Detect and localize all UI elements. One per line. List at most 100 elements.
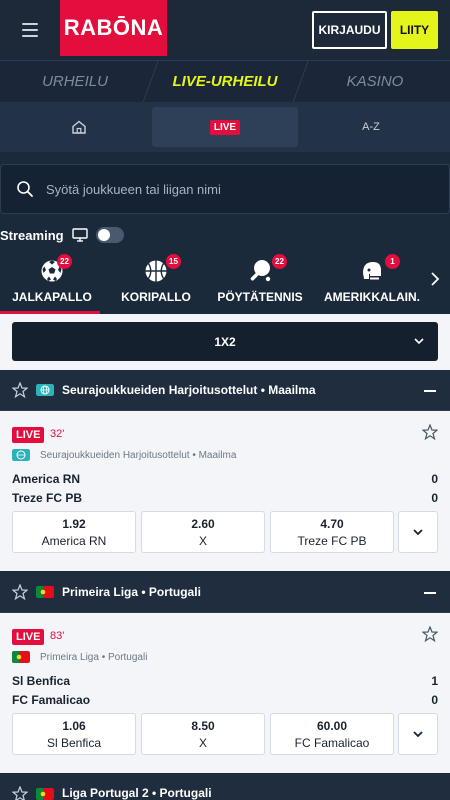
globe-icon (36, 384, 54, 396)
collapse-icon[interactable] (424, 592, 436, 594)
away-score: 0 (431, 491, 438, 505)
tab-live-urheilu[interactable]: LIVE-URHEILU (150, 61, 300, 102)
match-minute: 83' (50, 630, 65, 642)
top-header: RABŌNA KIRJAUDU LIITY (0, 0, 450, 60)
streaming-row: Streaming (0, 224, 124, 246)
section-tabs: URHEILU LIVE-URHEILU KASINO (0, 60, 450, 102)
odds-value: 2.60 (191, 516, 215, 531)
search-input[interactable] (46, 181, 449, 197)
login-button[interactable]: KIRJAUDU (312, 11, 387, 49)
odds-value: 60.00 (316, 718, 348, 733)
american-football-icon (363, 262, 381, 280)
sport-label: AMERIKKALAIN. (324, 290, 420, 304)
league-header[interactable]: Liga Portugal 2 • Portugali (0, 774, 450, 800)
portugal-flag-icon (36, 788, 54, 800)
home-team: America RN (12, 472, 81, 486)
sport-count-badge: 22 (272, 254, 287, 269)
odds-label: X (198, 533, 207, 548)
sport-football[interactable]: 22 JALKAPALLO (0, 250, 104, 314)
sport-label: KORIPALLO (121, 290, 191, 304)
odds-value: 1.92 (62, 516, 86, 531)
match-minute: 32' (50, 428, 65, 440)
streaming-toggle[interactable] (95, 227, 124, 243)
search-icon (17, 181, 33, 197)
market-selected-label: 1X2 (214, 334, 236, 349)
join-button[interactable]: LIITY (391, 11, 438, 49)
tab-urheilu[interactable]: URHEILU (0, 61, 150, 102)
live-badge: LIVE (12, 427, 45, 443)
sport-count-badge: 15 (166, 254, 181, 269)
sport-basketball[interactable]: 15 KORIPALLO (104, 250, 208, 314)
league-header[interactable]: Primeira Liga • Portugali (0, 572, 450, 613)
globe-icon (12, 449, 30, 461)
event-card: LIVE 32' Seurajoukkueiden Harjoitusottel… (0, 411, 450, 571)
star-icon[interactable] (12, 786, 28, 800)
sub-navigation: LIVE A-Z (0, 102, 450, 152)
away-team: Treze FC PB (12, 491, 83, 505)
odds-button-draw[interactable]: 2.60 X (141, 511, 265, 553)
star-icon[interactable] (422, 424, 438, 440)
odds-label: Treze FC PB (297, 533, 367, 548)
streaming-label: Streaming (0, 227, 64, 243)
search-bar (0, 164, 450, 214)
odds-value: 4.70 (320, 516, 344, 531)
sport-count-badge: 22 (57, 254, 72, 269)
tab-kasino[interactable]: KASINO (300, 61, 450, 102)
event-league-label: Primeira Liga • Portugali (40, 651, 148, 663)
odds-label: America RN (41, 533, 107, 548)
odds-value: 1.06 (62, 718, 86, 733)
table-tennis-icon (250, 260, 271, 282)
sport-label: PÖYTÄTENNIS (217, 290, 303, 304)
sport-count-badge: 1 (385, 254, 400, 269)
menu-icon[interactable] (22, 23, 38, 37)
chevron-right-icon[interactable] (430, 272, 440, 286)
home-team: Sl Benfica (12, 674, 71, 688)
odds-button-away[interactable]: 60.00 FC Famalicao (270, 713, 394, 755)
league-title: Primeira Liga • Portugali (62, 585, 201, 599)
portugal-flag-icon (36, 586, 54, 598)
tv-icon (71, 228, 88, 242)
home-tab[interactable] (6, 107, 152, 147)
odds-button-draw[interactable]: 8.50 X (141, 713, 265, 755)
away-team: FC Famalicao (12, 693, 91, 707)
chevron-down-icon (413, 529, 423, 536)
more-markets-button[interactable] (398, 713, 438, 755)
away-score: 0 (431, 693, 438, 707)
home-score: 1 (431, 674, 438, 688)
event-meta: Seurajoukkueiden Harjoitusottelut • Maai… (12, 449, 236, 461)
league-title: Liga Portugal 2 • Portugali (62, 786, 212, 800)
az-tab[interactable]: A-Z (298, 107, 444, 147)
league-header[interactable]: Seurajoukkueiden Harjoitusottelut • Maai… (0, 370, 450, 411)
sports-carousel: 22 JALKAPALLO 15 KORIPALLO 22 PÖYTÄTENNI… (0, 250, 450, 314)
market-dropdown[interactable]: 1X2 (12, 322, 438, 361)
odds-label: FC Famalicao (294, 735, 370, 750)
rabona-logo[interactable]: RABŌNA (60, 0, 167, 56)
odds-label: Sl Benfica (46, 735, 102, 750)
odds-button-home[interactable]: 1.92 America RN (12, 511, 136, 553)
live-badge: LIVE (209, 119, 241, 135)
live-tab[interactable]: LIVE (152, 107, 298, 147)
star-icon[interactable] (12, 382, 28, 398)
event-league-label: Seurajoukkueiden Harjoitusottelut • Maai… (40, 449, 237, 461)
chevron-down-icon (414, 338, 424, 345)
odds-value: 8.50 (191, 718, 215, 733)
odds-label: X (198, 735, 207, 750)
league-title: Seurajoukkueiden Harjoitusottelut • Maai… (62, 383, 316, 397)
event-meta: Primeira Liga • Portugali (12, 651, 147, 663)
odds-button-away[interactable]: 4.70 Treze FC PB (270, 511, 394, 553)
event-card: LIVE 83' Primeira Liga • Portugali Sl Be… (0, 613, 450, 773)
home-score: 0 (431, 472, 438, 486)
chevron-down-icon (413, 731, 423, 738)
home-icon (72, 120, 86, 134)
collapse-icon[interactable] (424, 390, 436, 392)
sport-american-football[interactable]: 1 AMERIKKALAIN. (312, 250, 432, 314)
sport-table-tennis[interactable]: 22 PÖYTÄTENNIS (208, 250, 312, 314)
portugal-flag-icon (12, 651, 30, 663)
market-area: 1X2 (0, 314, 450, 370)
odds-button-home[interactable]: 1.06 Sl Benfica (12, 713, 136, 755)
live-badge: LIVE (12, 629, 45, 645)
more-markets-button[interactable] (398, 511, 438, 553)
star-icon[interactable] (12, 584, 28, 600)
star-icon[interactable] (422, 626, 438, 642)
sport-label: JALKAPALLO (12, 290, 92, 304)
